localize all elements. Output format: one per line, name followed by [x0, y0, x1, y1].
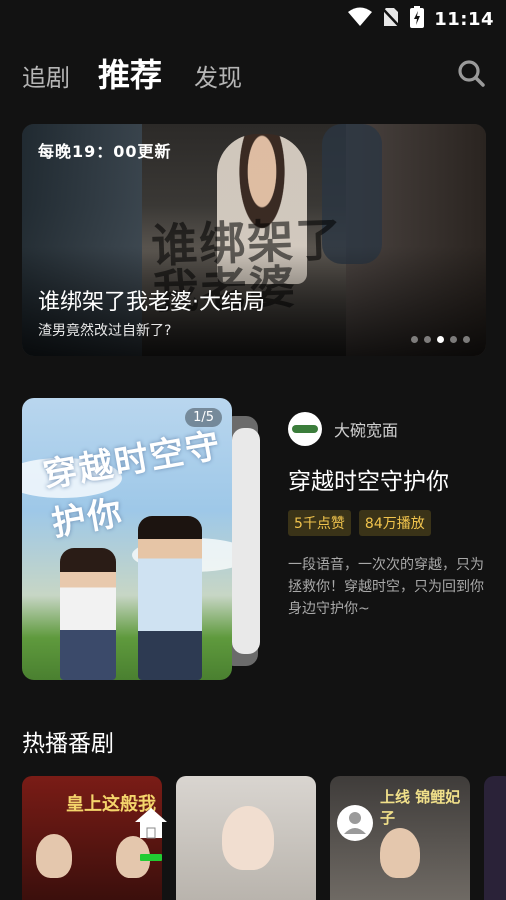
hot-card[interactable]: [176, 776, 316, 900]
tab-recommend[interactable]: 推荐: [98, 50, 162, 96]
author-row[interactable]: 大碗宽面: [288, 412, 486, 446]
page-indicator: 1/5: [185, 408, 222, 427]
carousel-dot[interactable]: [424, 336, 431, 343]
author-avatar[interactable]: [288, 412, 322, 446]
author-name[interactable]: 大碗宽面: [334, 417, 398, 441]
drama-description: 一段语音，一次次的穿越，只为拯救你！穿越时空，只为回到你身边守护你~: [288, 557, 484, 617]
likes-tag: 5千点赞: [288, 510, 351, 536]
poster-art-title: 穿越时空守护你: [40, 425, 225, 545]
drama-title[interactable]: 穿越时空守护你: [288, 462, 486, 496]
carousel-dot[interactable]: [411, 336, 418, 343]
carousel-dots: [411, 336, 470, 343]
section-title: 热播番剧: [22, 731, 114, 757]
carousel-dot[interactable]: [450, 336, 457, 343]
home-active-indicator: [140, 854, 162, 861]
tab-following[interactable]: 追剧: [22, 58, 70, 93]
poster-boy: [138, 516, 202, 680]
no-sim-icon: [382, 7, 401, 31]
status-time: 11:14: [434, 8, 494, 30]
carousel-dot-active[interactable]: [437, 336, 444, 343]
hot-card[interactable]: [484, 776, 506, 900]
profile-icon[interactable]: [336, 804, 374, 842]
hot-card-face: [222, 806, 274, 870]
status-icons: 11:14: [348, 6, 494, 32]
banner-update-badge: 每晚19：00更新: [38, 142, 172, 161]
featured-info: 大碗宽面 穿越时空守护你 5千点赞 84万播放 一段语音，一次次的穿越，只为拯救…: [288, 412, 486, 620]
banner-subtitle: 渣男竟然改过自新了?: [38, 323, 172, 339]
hot-card-face: [36, 834, 72, 878]
home-icon[interactable]: [134, 806, 168, 861]
drama-tags: 5千点赞 84万播放: [288, 510, 486, 536]
stacked-card[interactable]: [232, 428, 260, 654]
battery-charging-icon: [410, 6, 425, 32]
hot-drama-list: 皇上这般我 上线 锦鲤妃子: [22, 776, 506, 900]
poster-girl: [60, 548, 116, 680]
hot-card-face: [380, 828, 420, 878]
tab-discover[interactable]: 发现: [194, 58, 242, 93]
banner-title: 谁绑架了我老婆·大结局: [38, 290, 265, 315]
status-bar: 11:14: [0, 0, 506, 34]
hot-card-art-text: 上线 锦鲤妃子: [380, 788, 461, 827]
plays-tag: 84万播放: [358, 510, 431, 536]
featured-drama: 穿越时空守护你 1/5 大碗宽面 穿越时空守护你 5千点赞 84万播放 一段语音…: [22, 398, 486, 682]
carousel-dot[interactable]: [463, 336, 470, 343]
banner-carousel[interactable]: 谁绑架了我老婆 每晚19：00更新 谁绑架了我老婆·大结局 渣男竟然改过自新了?: [22, 124, 486, 356]
top-nav: 追剧 推荐 发现: [0, 44, 506, 104]
wifi-icon: [348, 7, 373, 31]
search-icon[interactable]: [456, 58, 486, 88]
featured-poster[interactable]: 穿越时空守护你 1/5: [22, 398, 232, 680]
